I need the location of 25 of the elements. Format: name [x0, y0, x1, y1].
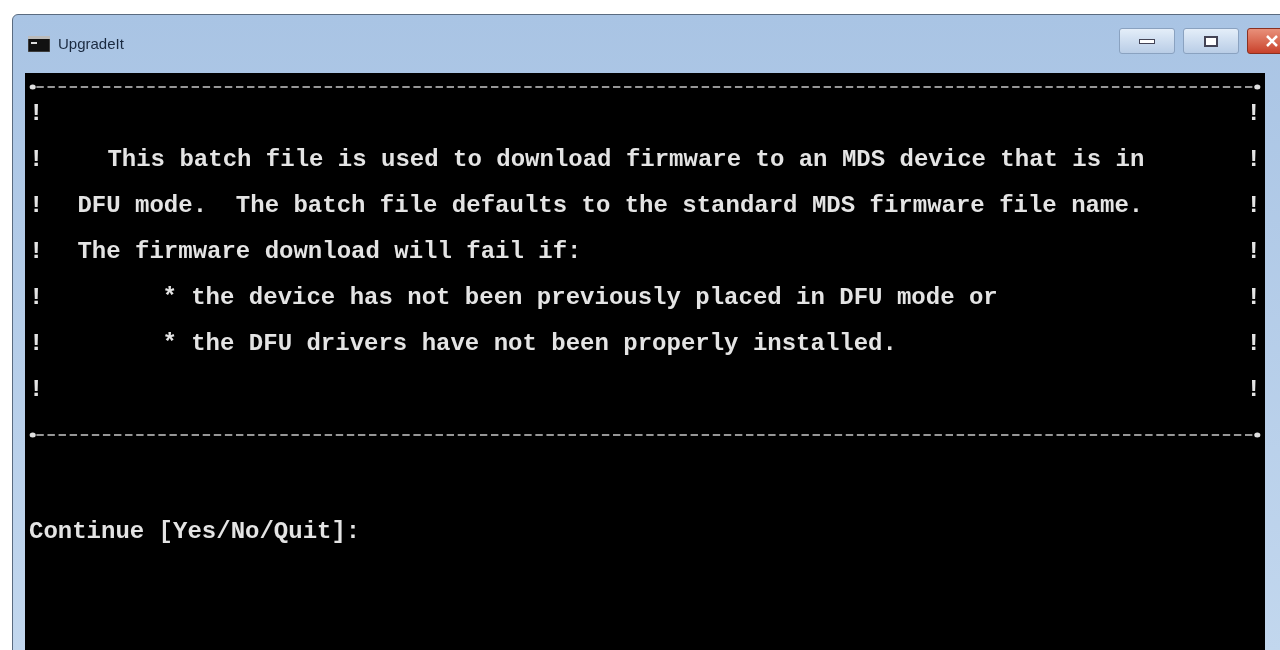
border-character: !: [29, 329, 44, 359]
border-character: !: [29, 283, 44, 313]
minimize-button[interactable]: [1119, 28, 1175, 54]
console-text: The firmware download will fail if:: [77, 238, 582, 265]
console-text: DFU mode. The batch file defaults to the standard MDS firmware file name.: [77, 192, 1144, 219]
border-character: !: [1246, 145, 1261, 175]
console-text: This batch file is used to download firmware to an MDS device that is in: [107, 146, 1145, 173]
border-character: !: [29, 191, 44, 221]
window-title: UpgradeIt: [58, 33, 124, 54]
border-character: !: [29, 99, 44, 129]
border-character: !: [1246, 283, 1261, 313]
maximize-button[interactable]: [1183, 28, 1239, 54]
continue-prompt: Continue [Yes/No/Quit]:: [29, 518, 361, 545]
border-character: !: [1246, 375, 1261, 405]
border-character: !: [29, 145, 44, 175]
border-character: !: [29, 375, 44, 405]
border-character: !: [1246, 191, 1261, 221]
border-character: !: [29, 237, 44, 267]
close-icon: [1266, 35, 1278, 47]
console-text: * the DFU drivers have not been properly installed.: [162, 330, 897, 357]
console-app-icon: [28, 36, 50, 52]
border-character: !: [1246, 99, 1261, 129]
console-text: * the device has not been previously placed in DFU mode or: [162, 284, 998, 311]
border-character: !: [1246, 329, 1261, 359]
border-character: !: [1246, 237, 1261, 267]
